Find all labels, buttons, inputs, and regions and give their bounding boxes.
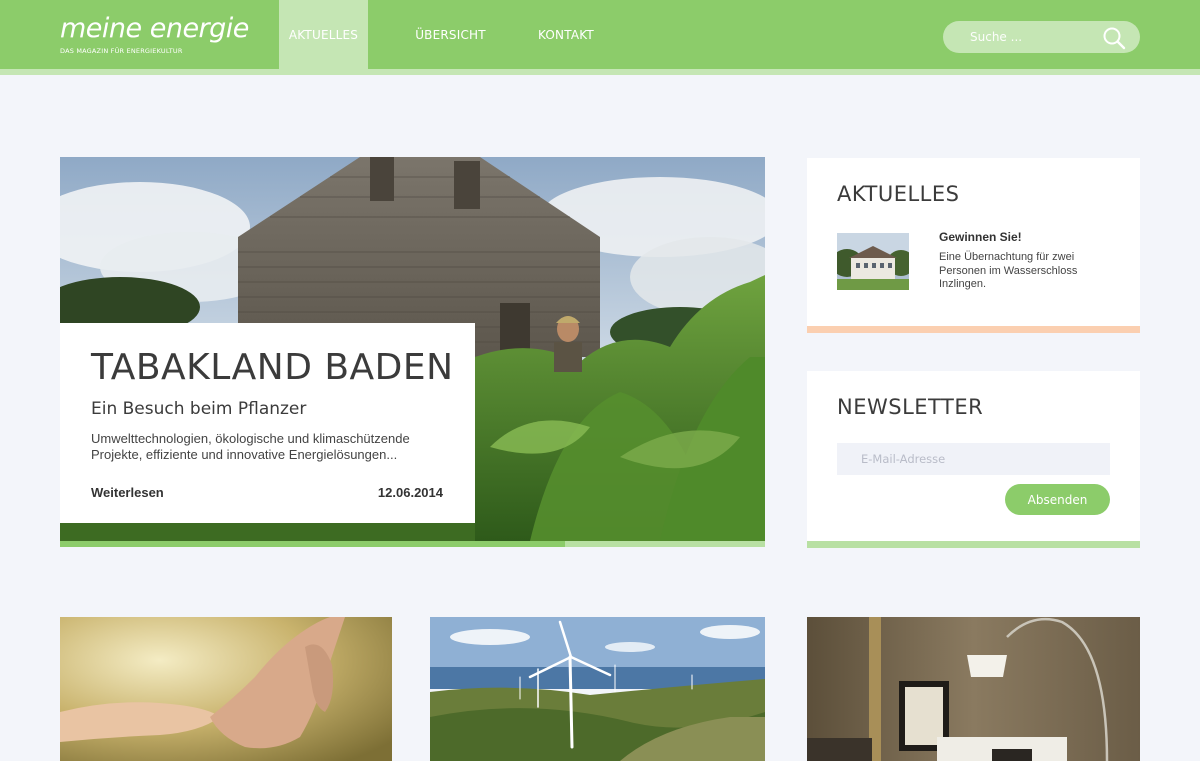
search-icon[interactable] xyxy=(1102,26,1126,50)
logo-subtitle: DAS MAGAZIN FÜR ENERGIEKULTUR xyxy=(60,47,183,55)
article-tile-lamp[interactable] xyxy=(807,617,1140,761)
site-logo[interactable]: meine energie DAS MAGAZIN FÜR ENERGIEKUL… xyxy=(60,13,249,56)
hero-title: TABAKLAND BADEN xyxy=(91,347,454,388)
hero-teaser: Umwelttechnologien, ökologische und klim… xyxy=(91,431,410,462)
search-input[interactable] xyxy=(943,21,1103,53)
wind-turbines-photo xyxy=(430,617,765,761)
news-box: AKTUELLES Gewinnen Sie! Eine Übernachtun… xyxy=(807,158,1140,326)
nav-item-uebersicht[interactable]: ÜBERSICHT xyxy=(368,0,533,69)
nav-item-kontakt[interactable]: KONTAKT xyxy=(533,0,633,69)
newsletter-box: NEWSLETTER Absenden xyxy=(807,371,1140,541)
news-box-accent xyxy=(807,326,1140,333)
news-box-title: AKTUELLES xyxy=(837,182,960,206)
newsletter-box-accent xyxy=(807,541,1140,548)
hero-progress-track xyxy=(565,541,765,547)
read-more-link[interactable]: Weiterlesen xyxy=(91,485,164,500)
castle-thumbnail[interactable] xyxy=(837,233,909,290)
article-tile-wind[interactable] xyxy=(430,617,765,761)
header-strip xyxy=(0,69,1200,75)
news-item-text: Eine Übernachtung für zwei Personen im W… xyxy=(939,251,1078,290)
nav-item-aktuelles[interactable]: AKTUELLES xyxy=(279,0,368,69)
living-room-photo xyxy=(807,617,1140,761)
hero-progress-active xyxy=(60,541,565,547)
hands-photo xyxy=(60,617,392,761)
news-item-title[interactable]: Gewinnen Sie! xyxy=(939,230,1022,244)
article-tile-hands[interactable] xyxy=(60,617,392,761)
email-field[interactable] xyxy=(837,443,1110,475)
logo-title: meine energie xyxy=(60,13,249,44)
main-nav: AKTUELLES ÜBERSICHT KONTAKT xyxy=(279,0,633,69)
submit-button[interactable]: Absenden xyxy=(1005,484,1110,515)
hero-subtitle: Ein Besuch beim Pflanzer xyxy=(91,399,307,419)
hero-card: TABAKLAND BADEN Ein Besuch beim Pflanzer… xyxy=(60,323,475,523)
hero-date: 12.06.2014 xyxy=(377,485,443,500)
newsletter-title: NEWSLETTER xyxy=(837,395,984,419)
